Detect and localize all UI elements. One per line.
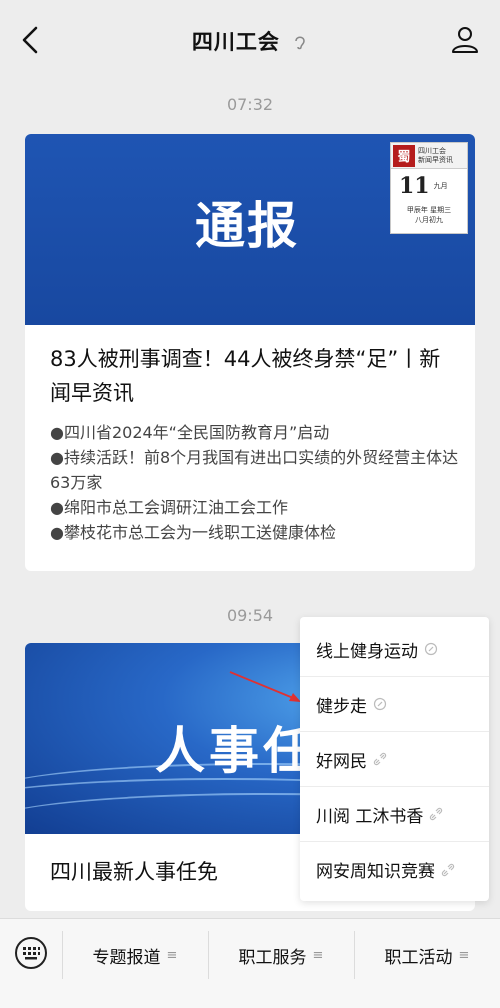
menu-item[interactable]: 线上健身运动	[300, 622, 489, 677]
message-time: 07:32	[226, 95, 274, 114]
summary-item: ●持续活跃！前8个月我国有进出口实绩的外贸经营主体达63万家	[50, 448, 459, 492]
menu-lines-icon: ≡	[312, 947, 324, 963]
link-icon	[373, 752, 387, 766]
menu-item-label: 线上健身运动	[316, 641, 418, 662]
menu-lines-icon: ≡	[458, 947, 470, 963]
summary-item: ●攀枝花市总工会为一线职工送健康体检	[50, 523, 336, 542]
ear-icon	[295, 36, 305, 50]
link-icon	[373, 697, 387, 711]
menu-item[interactable]: 网安周知识竞赛	[300, 842, 489, 897]
article-title[interactable]: 四川最新人事任免	[50, 856, 218, 886]
menu-tab-label: 职工服务	[238, 947, 307, 968]
menu-item[interactable]: 好网民	[300, 732, 489, 787]
menu-item-label: 健步走	[316, 696, 367, 717]
link-icon	[424, 642, 438, 656]
banner-text: 人事任	[155, 722, 317, 780]
brand-calendar-badge: 蜀 四川工会 新闻早资讯 11 九月 甲辰年 星期三 八月初九	[390, 142, 468, 234]
brand-name-line2: 新闻早资讯	[418, 155, 453, 164]
article-title[interactable]: 83人被刑事调查！44人被终身禁“足”丨新闻早资讯	[50, 342, 460, 410]
menu-item-label: 川阅 工沐书香	[316, 806, 424, 827]
keyboard-icon[interactable]	[14, 936, 48, 970]
brand-lunar-date: 八月初九	[415, 216, 443, 224]
menu-tab[interactable]: 专题报道 ≡	[62, 919, 208, 991]
menu-item[interactable]: 健步走	[300, 677, 489, 732]
brand-lunar-year: 甲辰年	[406, 206, 428, 214]
page-title-text: 四川工会	[191, 30, 280, 54]
page-title: 四川工会	[0, 26, 500, 56]
menu-lines-icon: ≡	[166, 947, 178, 963]
person-icon[interactable]	[450, 24, 480, 54]
brand-name-line1: 四川工会	[418, 146, 446, 155]
summary-item: ●四川省2024年“全民国防教育月”启动	[50, 423, 330, 442]
article-card[interactable]: 通报 蜀 四川工会 新闻早资讯 11 九月 甲辰年 星期三 八月初九 83人被刑…	[25, 134, 475, 571]
menu-item-label: 好网民	[316, 751, 367, 772]
article-summary: ●四川省2024年“全民国防教育月”启动 ●持续活跃！前8个月我国有进出口实绩的…	[50, 420, 460, 545]
menu-tab-label: 专题报道	[92, 947, 161, 968]
link-icon	[441, 863, 455, 876]
summary-item: ●绵阳市总工会调研江油工会工作	[50, 498, 288, 517]
menu-item[interactable]: 川阅 工沐书香	[300, 787, 489, 842]
menu-tab[interactable]: 职工服务 ≡	[208, 919, 354, 991]
brand-weekday: 星期三	[430, 206, 452, 214]
brand-day: 11	[399, 173, 430, 199]
popup-menu: 线上健身运动 健步走 好网民 川阅 工沐书香 网安周知识竞赛	[300, 617, 489, 901]
bottom-menu-bar: 专题报道 ≡ 职工服务 ≡ 职工活动 ≡	[0, 918, 500, 1008]
brand-logo: 蜀	[393, 144, 415, 167]
menu-item-label: 网安周知识竞赛	[316, 862, 435, 882]
banner-text: 通报	[195, 197, 299, 255]
link-icon	[430, 807, 443, 821]
menu-tab-label: 职工活动	[384, 947, 453, 968]
menu-tab[interactable]: 职工活动 ≡	[354, 919, 500, 991]
brand-month: 九月	[433, 182, 448, 190]
article-banner: 通报 蜀 四川工会 新闻早资讯 11 九月 甲辰年 星期三 八月初九	[25, 134, 475, 325]
top-bar: 四川工会	[0, 0, 500, 78]
